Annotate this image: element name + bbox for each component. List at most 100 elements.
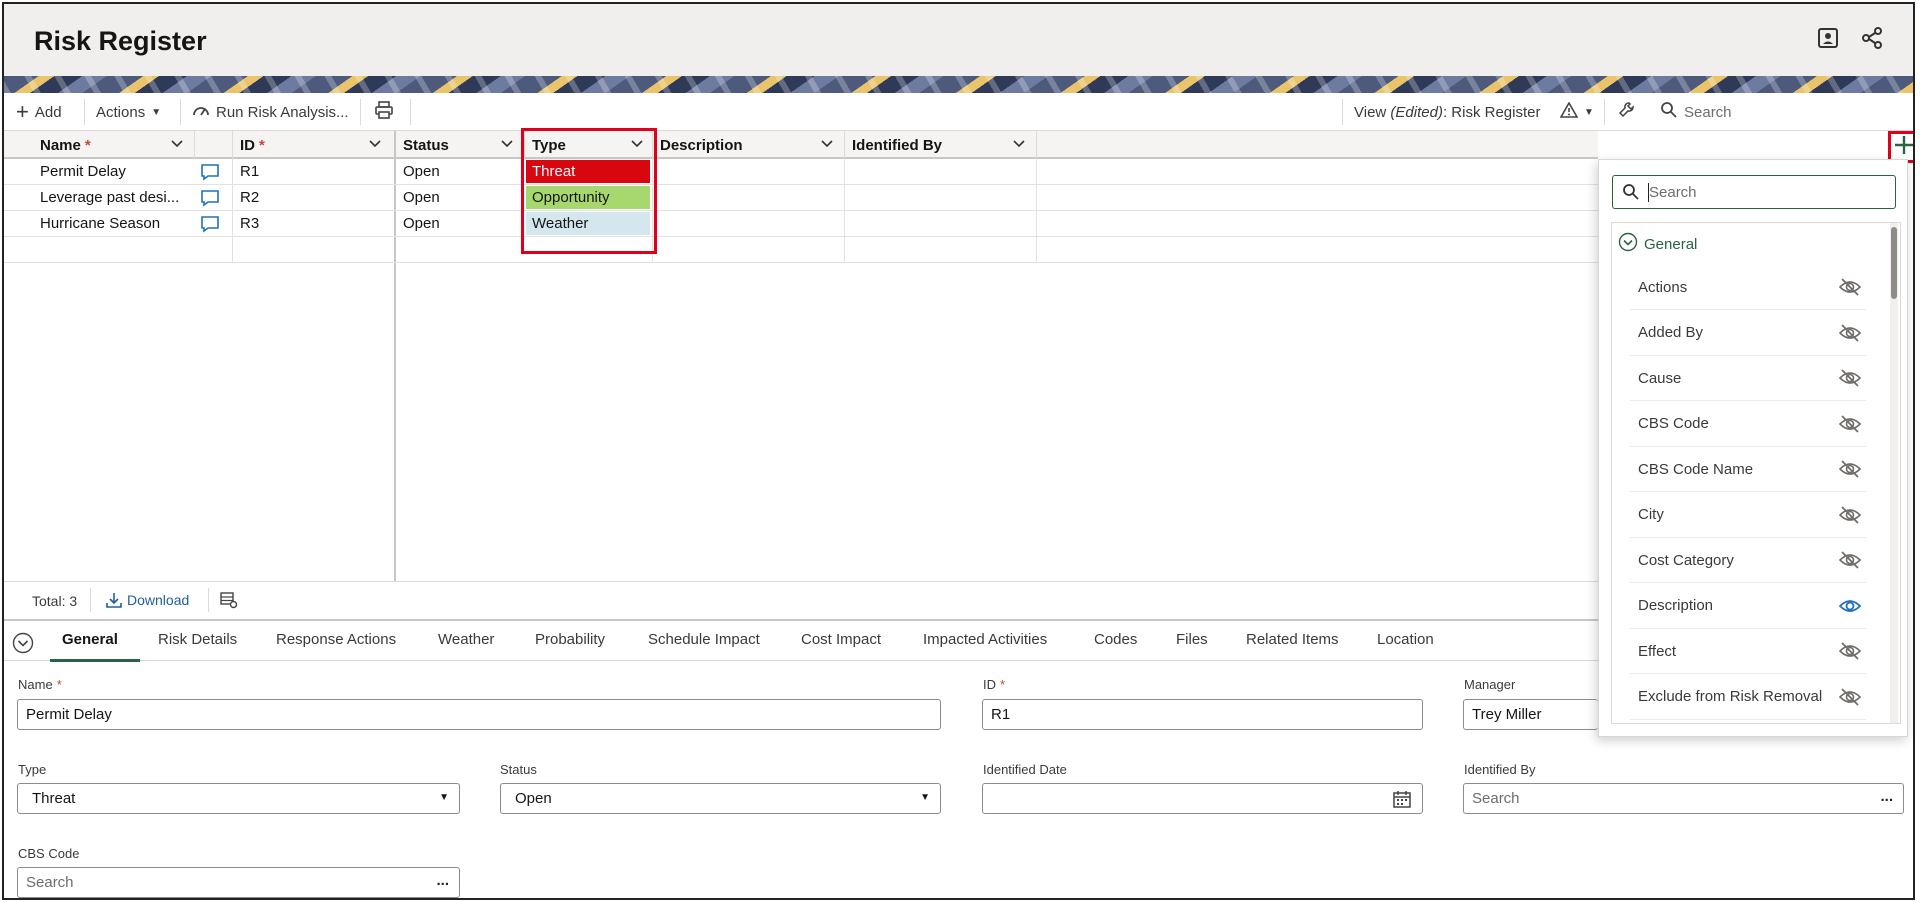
page-header: Risk Register (4, 4, 1913, 76)
tab-files[interactable]: Files (1176, 631, 1208, 648)
eye-off-icon[interactable] (1838, 550, 1862, 570)
grid-settings-icon[interactable] (220, 591, 238, 612)
download-button[interactable]: Download (106, 592, 189, 611)
table-row[interactable]: Permit Delay R1 Open Threat (4, 159, 1598, 185)
column-option[interactable]: Cause (1630, 356, 1866, 401)
manager-field[interactable]: Trey Miller (1463, 699, 1598, 730)
tab-impacted-activities[interactable]: Impacted Activities (923, 631, 1047, 648)
table-row[interactable]: Hurricane Season R3 Open Weather (4, 211, 1598, 237)
toolbar: + Add Actions ▼ Run Risk Analysis... Vie… (4, 93, 1913, 131)
view-selector[interactable]: View (Edited): Risk Register (1354, 93, 1540, 131)
column-option-label: Added By (1638, 324, 1704, 341)
cell-id: R1 (240, 163, 260, 180)
cell-status: Open (403, 215, 440, 232)
column-header-identified-by[interactable]: Identified By (844, 131, 942, 159)
column-header-name[interactable]: Name * (32, 131, 91, 159)
cell-id: R3 (240, 215, 260, 232)
profile-card-icon[interactable] (1814, 24, 1842, 52)
name-field[interactable]: Permit Delay (17, 699, 941, 730)
id-field[interactable]: R1 (982, 699, 1423, 730)
identified-date-field[interactable] (982, 783, 1423, 814)
eye-off-icon[interactable] (1838, 414, 1862, 434)
wrench-icon (1618, 101, 1636, 123)
cell-name: Leverage past desi... (40, 189, 180, 206)
column-option[interactable]: CBS Code (1630, 402, 1866, 447)
comment-icon[interactable] (200, 185, 220, 210)
eye-off-icon[interactable] (1838, 687, 1862, 707)
column-option[interactable]: Cost Category (1630, 538, 1866, 583)
tab-codes[interactable]: Codes (1094, 631, 1137, 648)
eye-icon[interactable] (1838, 596, 1862, 616)
caret-down-icon: ▼ (439, 792, 449, 803)
column-option[interactable]: Effect (1630, 629, 1866, 674)
identified-by-field[interactable]: Search ... (1463, 783, 1904, 814)
column-group-general[interactable]: General (1612, 223, 1697, 265)
chevron-down-icon[interactable] (818, 135, 836, 153)
column-header-description[interactable]: Description (652, 131, 743, 159)
comment-icon[interactable] (200, 159, 220, 184)
add-button[interactable]: + Add (16, 93, 62, 131)
gauge-icon (192, 103, 210, 121)
column-option[interactable]: City (1630, 493, 1866, 538)
eye-off-icon[interactable] (1838, 368, 1862, 388)
chevron-down-icon[interactable] (366, 135, 384, 153)
column-option-label: Cost Category (1638, 551, 1734, 569)
chevron-down-icon[interactable] (168, 135, 186, 153)
tab-general[interactable]: General (62, 631, 118, 648)
status-select[interactable]: Open ▼ (500, 783, 941, 814)
more-ellipsis-icon[interactable]: ... (1880, 788, 1893, 805)
eye-off-icon[interactable] (1838, 277, 1862, 297)
printer-icon (374, 101, 394, 123)
identified-date-label: Identified Date (983, 762, 1067, 777)
run-risk-analysis-button[interactable]: Run Risk Analysis... (192, 93, 349, 131)
column-option[interactable]: Added By (1630, 311, 1866, 356)
comment-icon[interactable] (200, 211, 220, 236)
scrollbar-thumb[interactable] (1891, 227, 1897, 299)
type-select[interactable]: Threat ▼ (17, 783, 460, 814)
column-header-id[interactable]: ID * (232, 131, 265, 159)
table-row[interactable]: Leverage past desi... R2 Open Opportunit… (4, 185, 1598, 211)
toolbar-search[interactable]: Search (1660, 93, 1732, 131)
tab-probability[interactable]: Probability (535, 631, 605, 648)
type-column-highlight (521, 128, 657, 254)
share-icon[interactable] (1858, 24, 1886, 52)
identified-by-label: Identified By (1464, 762, 1536, 777)
cell-id: R2 (240, 189, 260, 206)
grid-footer: Total: 3 Download (4, 581, 1598, 619)
tab-risk-details[interactable]: Risk Details (158, 631, 237, 648)
column-option-label: CBS Code (1638, 415, 1709, 432)
column-header-status[interactable]: Status (395, 131, 449, 159)
tab-schedule-impact[interactable]: Schedule Impact (648, 631, 760, 648)
actions-menu-button[interactable]: Actions ▼ (96, 93, 161, 131)
chevron-down-icon[interactable] (498, 135, 516, 153)
tab-related-items[interactable]: Related Items (1246, 631, 1339, 648)
tab-weather[interactable]: Weather (438, 631, 494, 648)
eye-off-icon[interactable] (1838, 459, 1862, 479)
tab-location[interactable]: Location (1377, 631, 1434, 648)
column-option[interactable]: Actions (1630, 265, 1866, 310)
warning-menu-button[interactable]: ▼ (1559, 93, 1594, 131)
calendar-icon[interactable] (1392, 789, 1412, 813)
eye-off-icon[interactable] (1838, 323, 1862, 343)
name-label: Name * (18, 677, 62, 692)
type-label: Type (18, 762, 47, 777)
column-option[interactable]: Description (1630, 584, 1866, 629)
print-button[interactable] (374, 93, 394, 131)
settings-wrench-button[interactable] (1618, 93, 1636, 131)
app-frame: Risk Register + Add Actions ▼ Run Risk A… (2, 2, 1915, 900)
chevron-down-icon[interactable] (1010, 135, 1028, 153)
eye-off-icon[interactable] (1838, 505, 1862, 525)
tab-response-actions[interactable]: Response Actions (276, 631, 396, 648)
cbs-code-field[interactable]: Search ... (17, 867, 460, 898)
column-option[interactable]: CBS Code Name (1630, 447, 1866, 492)
tab-cost-impact[interactable]: Cost Impact (801, 631, 881, 648)
more-ellipsis-icon[interactable]: ... (436, 872, 449, 889)
column-search-input[interactable]: Search (1612, 175, 1896, 209)
eye-off-icon[interactable] (1838, 641, 1862, 661)
column-option[interactable]: Exclude from Risk Removal (1630, 675, 1866, 720)
warning-icon (1559, 101, 1579, 122)
manager-label: Manager (1464, 677, 1516, 692)
collapse-chevron-icon[interactable] (12, 632, 34, 658)
table-row-empty[interactable] (4, 237, 1598, 263)
page-title: Risk Register (34, 26, 207, 56)
